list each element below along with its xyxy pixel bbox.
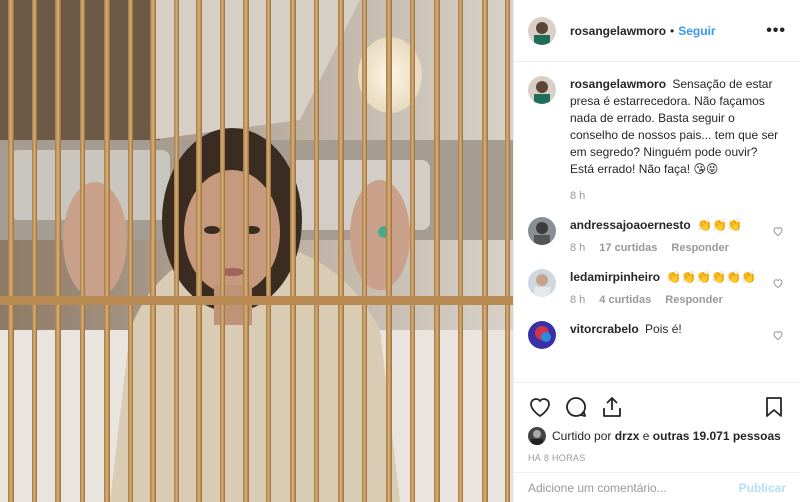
post-sidebar: rosangelawmoro • Seguir ••• rosangelawmo… (513, 0, 800, 502)
add-comment-bar: Publicar (514, 472, 800, 502)
publish-button[interactable]: Publicar (739, 481, 786, 495)
comments-list: rosangelawmoro Sensação de estar presa é… (514, 62, 800, 382)
likes-conjunction: e (642, 429, 650, 443)
heart-icon[interactable] (772, 225, 784, 237)
heart-icon[interactable] (528, 395, 552, 419)
bookmark-icon[interactable] (762, 395, 786, 419)
comment-time[interactable]: 8 h (570, 240, 585, 257)
comment-icon[interactable] (564, 395, 588, 419)
avatar[interactable] (528, 16, 556, 45)
photo-image (0, 0, 513, 502)
comment-username[interactable]: ledamirpinheiro (570, 270, 660, 284)
header-separator: • (670, 23, 675, 38)
reply-button[interactable]: Responder (665, 292, 722, 309)
heart-icon[interactable] (772, 277, 784, 289)
avatar[interactable] (528, 427, 546, 445)
likes-summary: Curtido por drzx e outras 19.071 pessoas (528, 427, 786, 445)
post-photo[interactable] (0, 0, 513, 502)
comment-likes[interactable]: 17 curtidas (599, 240, 657, 257)
comment-username[interactable]: vitorcrabelo (570, 322, 639, 336)
header-username[interactable]: rosangelawmoro (570, 24, 666, 38)
avatar[interactable] (528, 321, 556, 349)
comment-username[interactable]: andressajoaoernesto (570, 218, 691, 232)
likes-first-user[interactable]: drzx (615, 429, 640, 443)
list-item: andressajoaoernesto 👏👏👏 8 h 17 curtidas … (528, 217, 786, 257)
comment-time[interactable]: 8 h (570, 292, 585, 309)
post-timestamp[interactable]: HÁ 8 HORAS (528, 453, 786, 463)
comment-text: 👏👏👏 (697, 218, 742, 232)
comment-text: 👏👏👏👏👏👏 (666, 270, 757, 284)
follow-button[interactable]: Seguir (678, 24, 715, 38)
caption-username[interactable]: rosangelawmoro (570, 77, 666, 91)
avatar[interactable] (528, 76, 556, 104)
comment-likes[interactable]: 4 curtidas (599, 292, 651, 309)
comment-text: Pois é! (645, 322, 682, 336)
caption: rosangelawmoro Sensação de estar presa é… (528, 76, 786, 205)
heart-icon[interactable] (772, 329, 784, 341)
share-icon[interactable] (600, 395, 624, 419)
avatar[interactable] (528, 217, 556, 245)
caption-time[interactable]: 8 h (570, 188, 585, 205)
more-icon[interactable]: ••• (766, 22, 786, 40)
instagram-post: rosangelawmoro • Seguir ••• rosangelawmo… (0, 0, 800, 502)
caption-text: Sensação de estar presa é estarrecedora.… (570, 77, 779, 176)
comment-input[interactable] (528, 480, 739, 495)
list-item: ledamirpinheiro 👏👏👏👏👏👏 8 h 4 curtidas Re… (528, 269, 786, 309)
avatar[interactable] (528, 269, 556, 297)
list-item: vitorcrabelo Pois é! (528, 321, 786, 349)
likes-prefix: Curtido por (552, 429, 612, 443)
reply-button[interactable]: Responder (671, 240, 728, 257)
post-header: rosangelawmoro • Seguir ••• (514, 0, 800, 62)
likes-others[interactable]: outras 19.071 pessoas (653, 429, 781, 443)
